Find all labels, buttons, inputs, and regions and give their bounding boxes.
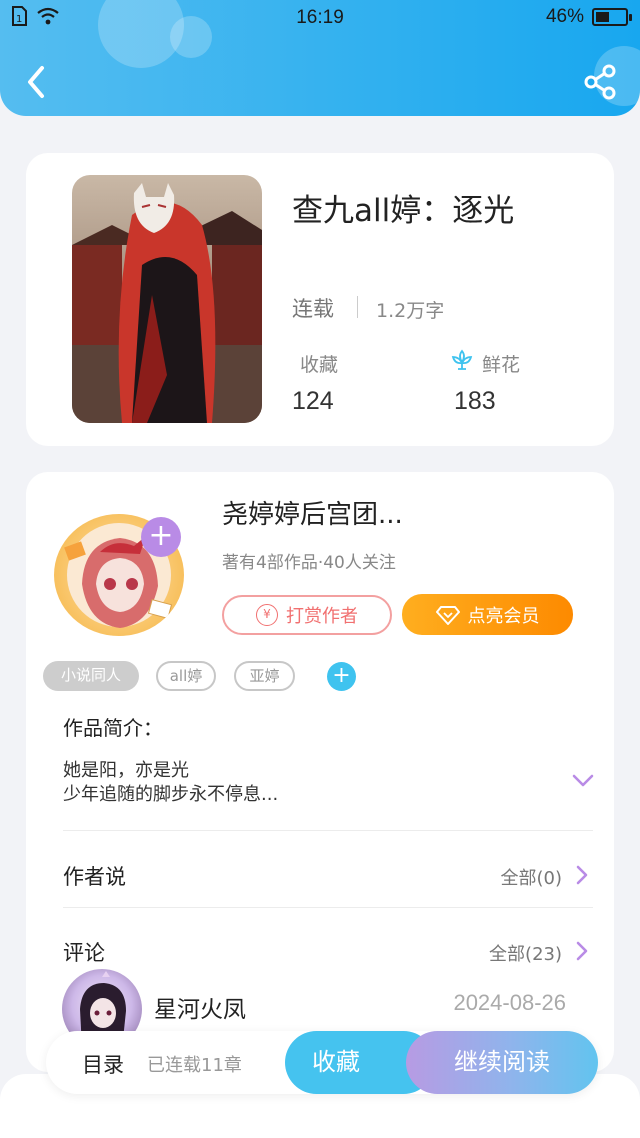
author-card: + 尧婷婷后宫团... 著有4部作品·40人关注 ¥ 打赏作者 点亮会员 小说同… — [26, 472, 614, 1072]
favorites-label: 收藏 — [300, 354, 339, 376]
author-meta: 著有4部作品·40人关注 — [222, 553, 396, 573]
divider — [63, 830, 593, 831]
tip-author-label: 打赏作者 — [286, 606, 358, 627]
yen-icon: ¥ — [256, 604, 278, 626]
intro-text-line: 她是阳，亦是光 — [63, 760, 189, 781]
author-says-label: 作者说 — [63, 865, 126, 889]
expand-chevron-down-icon[interactable] — [572, 774, 594, 788]
tag-chip[interactable]: 小说同人 — [43, 661, 139, 691]
chapter-count: 已连载11章 — [147, 1055, 242, 1076]
chevron-right-icon — [576, 865, 588, 885]
vip-membership-label: 点亮会员 — [467, 605, 540, 627]
toc-label: 目录 — [82, 1053, 124, 1077]
status-right: 46% — [545, 6, 632, 28]
book-info-card: 查九all婷：逐光 连载 1.2万字 收藏 124 鲜花 183 — [26, 153, 614, 446]
book-title: 查九all婷：逐光 — [292, 193, 515, 229]
commenter-name: 星河火凤 — [154, 997, 246, 1023]
comments-label: 评论 — [63, 941, 105, 965]
add-tag-button[interactable]: + — [327, 662, 356, 691]
continue-reading-button[interactable]: 继续阅读 — [406, 1031, 598, 1094]
flower-icon — [451, 349, 473, 370]
flowers-label: 鲜花 — [482, 354, 521, 376]
vip-membership-button[interactable]: 点亮会员 — [402, 594, 573, 635]
tag-chip[interactable]: 亚婷 — [234, 661, 295, 691]
bottom-action-bar: 目录 已连载11章 收藏 继续阅读 — [46, 1031, 598, 1094]
favorites-count: 124 — [292, 387, 334, 415]
top-header: 1 16:19 46% — [0, 0, 640, 116]
status-time: 16:19 — [296, 7, 344, 28]
divider — [63, 907, 593, 908]
comment-date: 2024-08-26 — [453, 990, 566, 1015]
back-button[interactable] — [22, 62, 52, 102]
comments-all-link[interactable]: 全部(23) — [489, 940, 562, 966]
diamond-icon — [435, 605, 460, 625]
battery-icon — [592, 8, 632, 26]
book-status: 连载 — [292, 297, 334, 321]
intro-text-line: 少年追随的脚步永不停息... — [63, 784, 279, 805]
battery-percent: 46% — [545, 6, 584, 27]
flowers-count: 183 — [454, 387, 496, 415]
tag-chip[interactable]: all婷 — [156, 661, 216, 691]
chevron-right-icon — [576, 941, 588, 961]
tip-author-button[interactable]: ¥ 打赏作者 — [222, 595, 392, 635]
intro-label: 作品简介： — [63, 716, 163, 740]
follow-author-button[interactable]: + — [141, 517, 181, 557]
author-name[interactable]: 尧婷婷后宫团... — [222, 494, 403, 531]
status-bar: 1 16:19 46% — [0, 0, 640, 36]
book-cover-image[interactable] — [72, 175, 262, 423]
divider — [357, 296, 358, 318]
author-says-all-link[interactable]: 全部(0) — [501, 864, 563, 890]
word-count: 1.2万字 — [376, 300, 445, 322]
share-button[interactable] — [582, 62, 618, 102]
